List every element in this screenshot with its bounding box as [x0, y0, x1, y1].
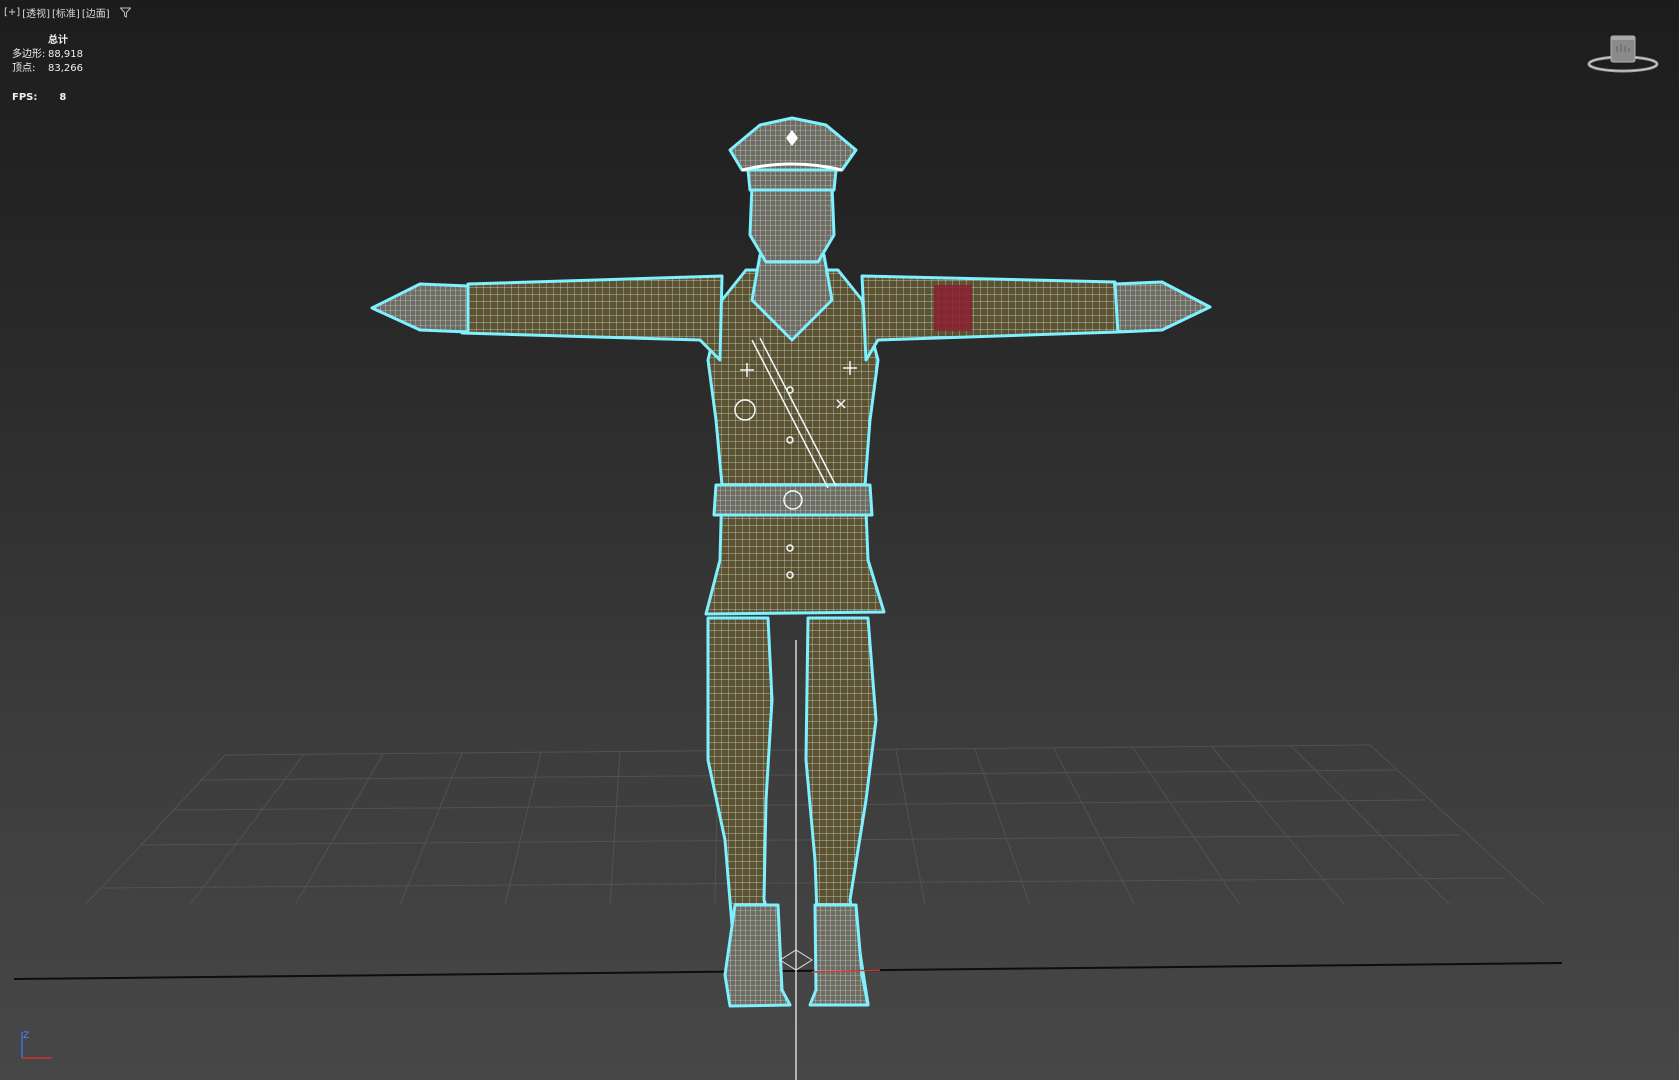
axis-z-label: Z: [23, 1031, 29, 1041]
axis-tripod-icon: Z: [21, 1031, 52, 1059]
armband: [934, 285, 972, 331]
viewport-canvas[interactable]: [0, 0, 1679, 1080]
character-wireframe-model: [370, 116, 1212, 1008]
